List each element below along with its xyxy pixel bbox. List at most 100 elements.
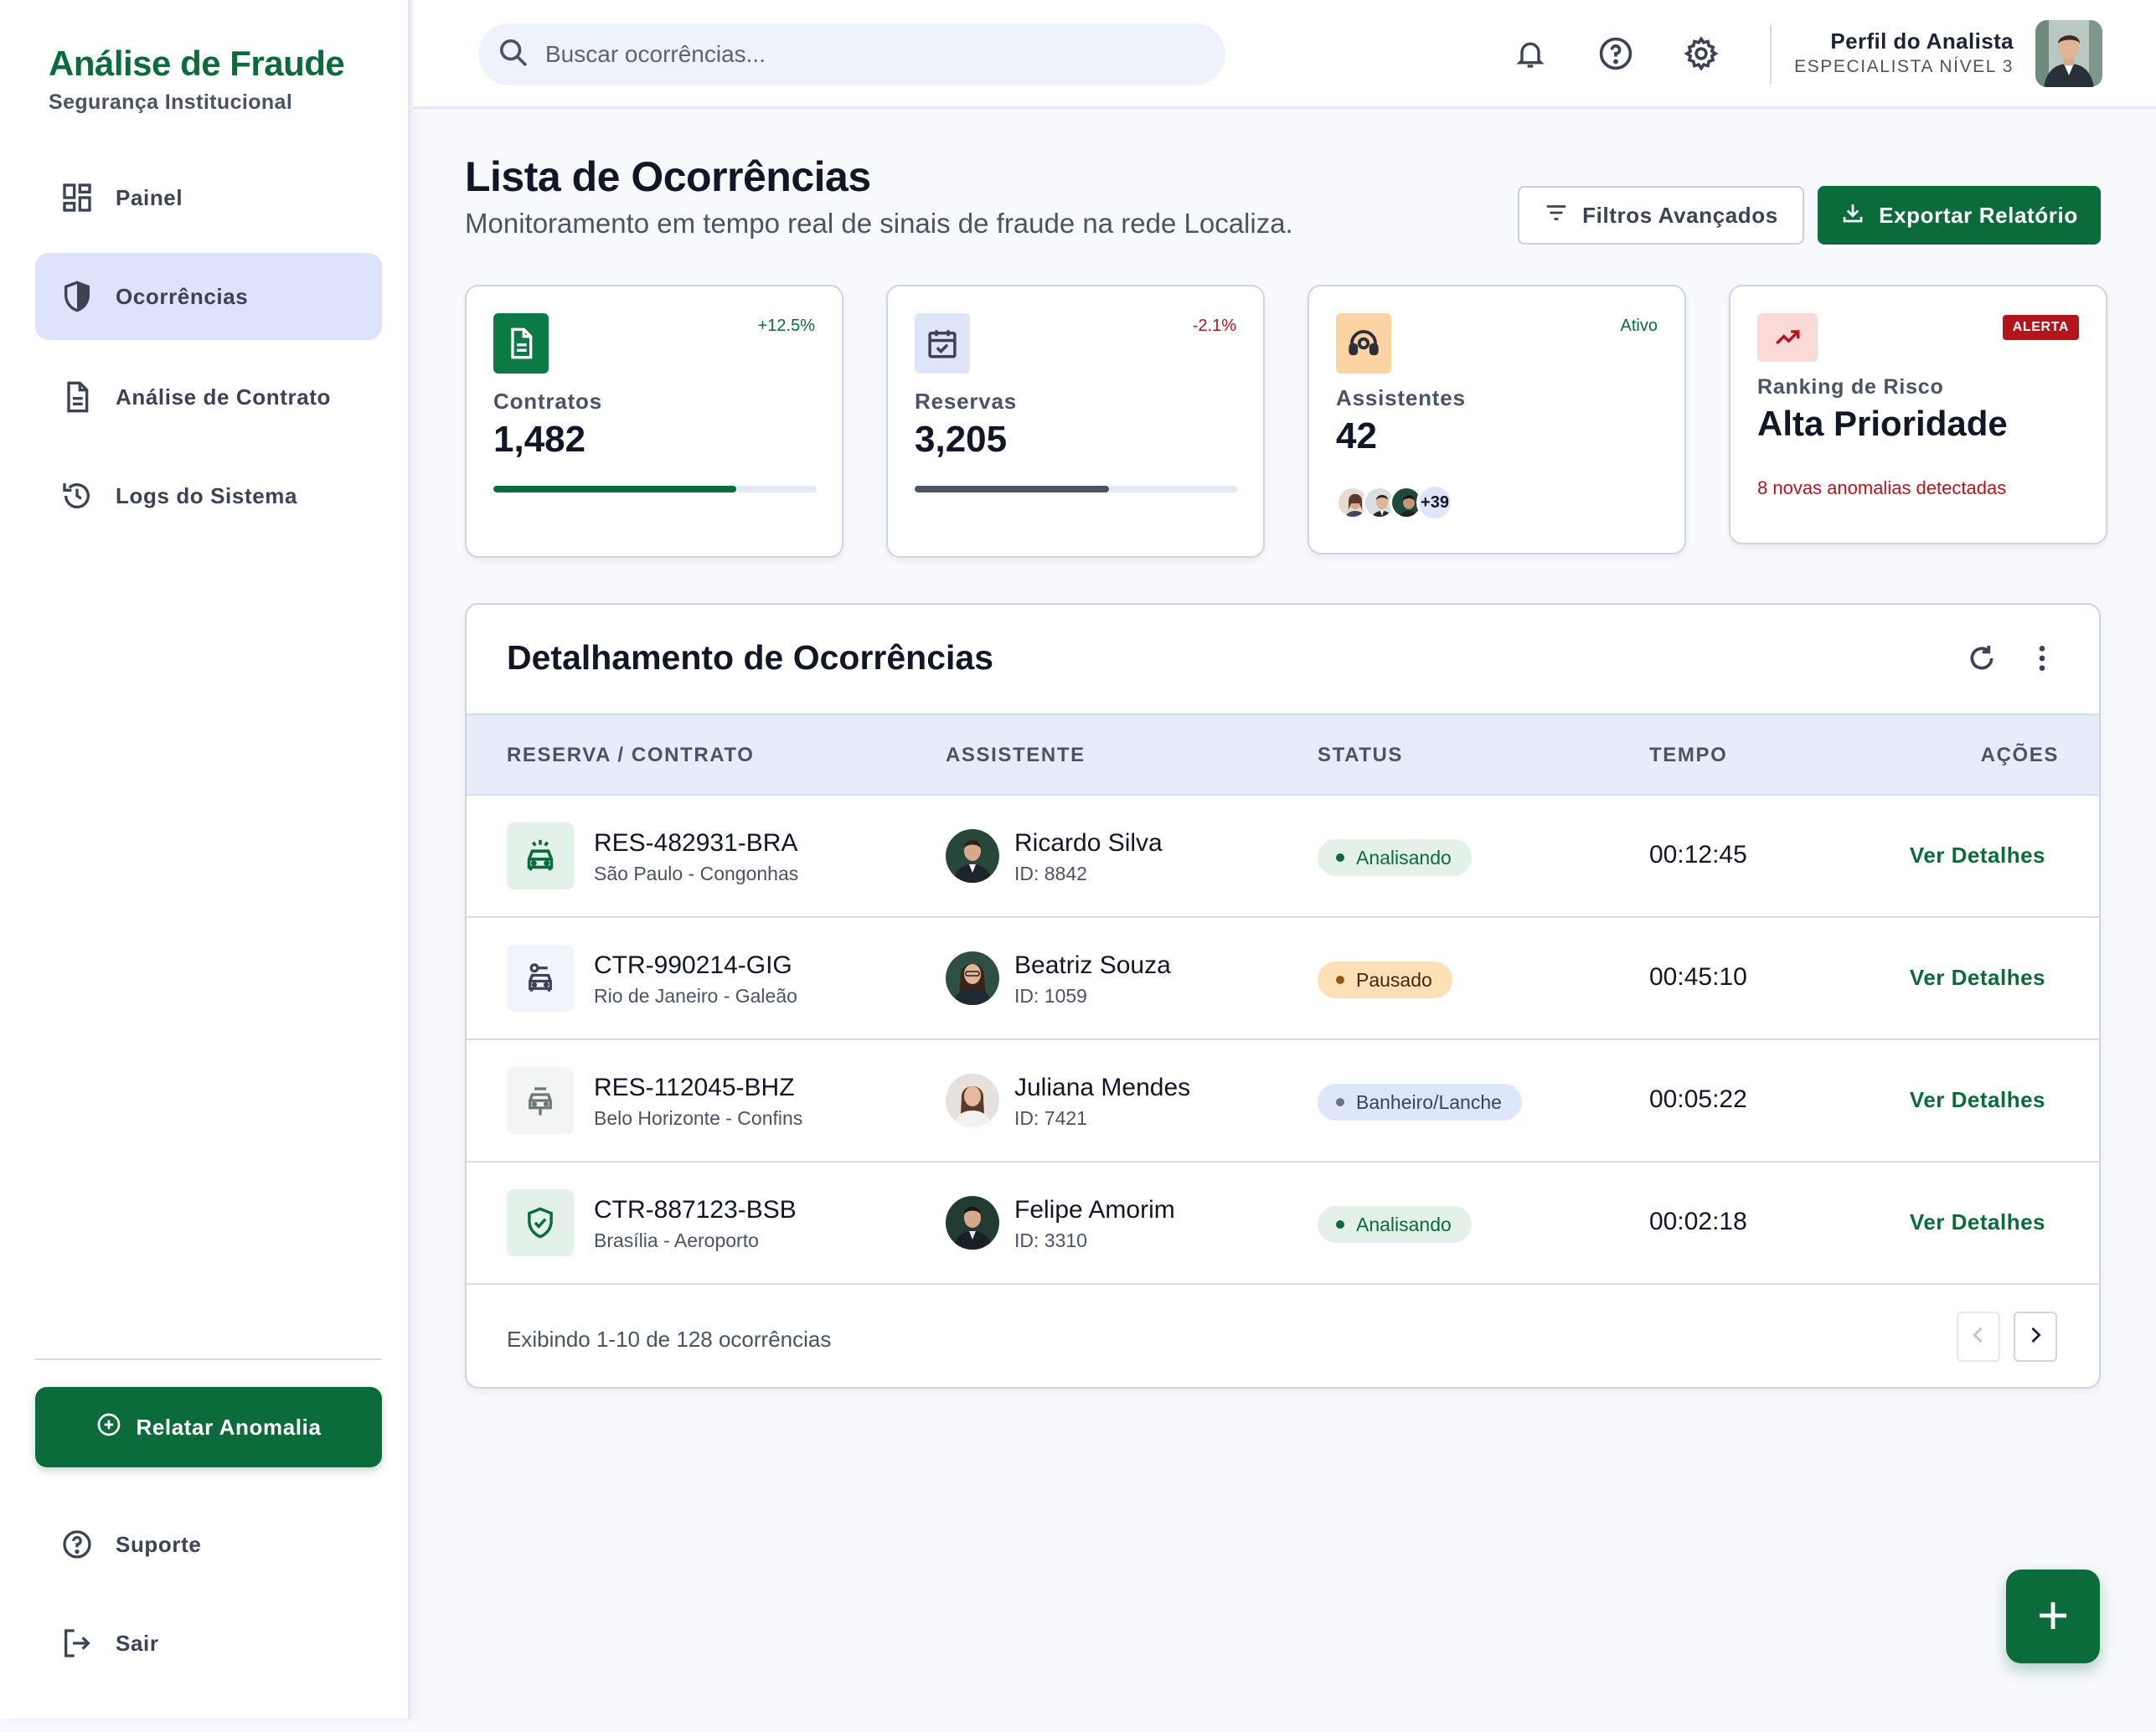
more-vertical-icon[interactable] <box>2022 638 2062 678</box>
view-details-link[interactable]: Ver Detalhes <box>1910 1087 2045 1113</box>
status-badge: Analisando <box>1318 1206 1472 1243</box>
avatar <box>946 951 999 1005</box>
page-subtitle: Monitoramento em tempo real de sinais de… <box>465 208 1293 239</box>
assistant-id: ID: 7421 <box>1014 1107 1087 1129</box>
booking-code: CTR-887123-BSB <box>594 1196 797 1224</box>
table-row[interactable]: RES-482931-BRA São Paulo - Congonhas Ric… <box>467 794 2099 916</box>
pagination-footer: Exibindo 1-10 de 128 ocorrências <box>467 1283 2099 1387</box>
stat-card-reservations: -2.1% Reservas 3,205 <box>886 285 1265 558</box>
stat-label: Contratos <box>493 389 602 414</box>
assistant-name: Beatriz Souza <box>1014 951 1171 979</box>
stat-card-assistants: Ativo Assistentes 42 +39 <box>1308 285 1686 554</box>
sidebar-item-ocorrencias[interactable]: Ocorrências <box>35 253 382 340</box>
booking-location: São Paulo - Congonhas <box>594 863 799 884</box>
booking-code: RES-112045-BHZ <box>594 1074 795 1101</box>
avatar <box>946 1196 999 1250</box>
chevron-left-icon <box>1967 1323 1990 1351</box>
stat-value: 3,205 <box>915 419 1008 460</box>
assistant-id: ID: 1059 <box>1014 985 1087 1007</box>
filter-icon <box>1544 200 1569 231</box>
report-anomaly-button[interactable]: Relatar Anomalia <box>35 1387 382 1467</box>
help-icon[interactable] <box>1592 30 1639 77</box>
view-details-link[interactable]: Ver Detalhes <box>1910 843 2045 869</box>
booking-code: CTR-990214-GIG <box>594 951 792 979</box>
booking-location: Rio de Janeiro - Galeão <box>594 985 797 1007</box>
export-report-button[interactable]: Exportar Relatório <box>1818 186 2101 245</box>
stat-card-risk: ALERTA Ranking de Risco Alta Prioridade … <box>1729 285 2107 544</box>
stat-label: Ranking de Risco <box>1757 375 1944 399</box>
sidebar-item-logs[interactable]: Logs do Sistema <box>35 452 382 539</box>
search-input[interactable] <box>545 41 1182 68</box>
stat-value: 1,482 <box>493 419 586 460</box>
elapsed-time: 00:12:45 <box>1649 841 1747 869</box>
assistant-avatar-group[interactable]: +39 <box>1336 484 1453 521</box>
topbar: Perfil do Analista ESPECIALISTA NÍVEL 3 <box>413 0 2156 109</box>
car-alert-icon <box>507 822 574 889</box>
search-bar[interactable] <box>478 23 1225 85</box>
profile-name: Perfil do Analista <box>1830 28 2014 54</box>
contract-icon <box>493 313 549 374</box>
search-icon <box>497 36 530 74</box>
dashboard-icon <box>59 179 95 216</box>
page-title: Lista de Ocorrências <box>465 153 871 200</box>
topbar-separator <box>1770 25 1772 84</box>
view-details-link[interactable]: Ver Detalhes <box>1910 1209 2045 1235</box>
car-parking-icon <box>507 1067 574 1134</box>
stat-value: 42 <box>1336 415 1377 456</box>
gear-icon[interactable] <box>1678 30 1725 77</box>
sidebar-item-label: Painel <box>116 184 183 210</box>
download-icon <box>1840 200 1865 231</box>
document-icon <box>59 379 95 415</box>
column-header: AÇÕES <box>1980 744 2059 766</box>
table-header: RESERVA / CONTRATO ASSISTENTE STATUS TEM… <box>467 714 2099 794</box>
status-badge: Analisando <box>1318 839 1472 876</box>
notifications-icon[interactable] <box>1507 30 1554 77</box>
headset-icon <box>1336 313 1391 374</box>
avatar <box>946 829 999 883</box>
alert-badge: ALERTA <box>2002 315 2079 340</box>
car-search-icon <box>507 945 574 1012</box>
avatar-overflow-count: +39 <box>1416 484 1453 521</box>
sidebar-item-analise-contrato[interactable]: Análise de Contrato <box>35 353 382 441</box>
sidebar-item-suporte[interactable]: Suporte <box>35 1501 382 1588</box>
elapsed-time: 00:05:22 <box>1649 1085 1747 1113</box>
column-header[interactable]: ASSISTENTE <box>946 744 1086 767</box>
status-badge: Banheiro/Lanche <box>1318 1084 1522 1121</box>
logout-icon <box>59 1625 95 1662</box>
panel-title: Detalhamento de Ocorrências <box>507 638 994 677</box>
sidebar-item-sair[interactable]: Sair <box>35 1600 382 1687</box>
chevron-right-icon <box>2024 1323 2047 1351</box>
table-row[interactable]: RES-112045-BHZ Belo Horizonte - Confins … <box>467 1039 2099 1161</box>
occurrences-panel: Detalhamento de Ocorrências RESERVA / CO… <box>465 603 2101 1389</box>
add-occurrence-fab[interactable] <box>2006 1570 2100 1663</box>
view-details-link[interactable]: Ver Detalhes <box>1910 965 2045 991</box>
prev-page-button[interactable] <box>1957 1312 2000 1362</box>
assistant-id: ID: 8842 <box>1014 863 1087 884</box>
advanced-filters-button[interactable]: Filtros Avançados <box>1518 186 1804 245</box>
column-header[interactable]: TEMPO <box>1649 744 1727 767</box>
sidebar: Análise de Fraude Segurança Instituciona… <box>0 0 410 1719</box>
stat-delta: +12.5% <box>757 317 815 335</box>
assistant-name: Felipe Amorim <box>1014 1196 1175 1224</box>
profile-avatar[interactable] <box>2035 20 2102 87</box>
refresh-icon[interactable] <box>1962 638 2002 678</box>
trending-up-icon <box>1757 313 1818 362</box>
brand-title: Análise de Fraude <box>49 44 345 83</box>
plus-circle-icon <box>95 1411 122 1444</box>
brand-subtitle: Segurança Institucional <box>49 90 293 114</box>
status-badge: Pausado <box>1318 961 1452 998</box>
column-header[interactable]: STATUS <box>1318 744 1403 767</box>
help-circle-icon <box>59 1526 95 1563</box>
next-page-button[interactable] <box>2014 1312 2057 1362</box>
history-icon <box>59 477 95 514</box>
assistant-name: Ricardo Silva <box>1014 829 1163 857</box>
sidebar-item-label: Ocorrências <box>116 283 249 309</box>
plus-icon <box>2033 1595 2073 1638</box>
sidebar-item-painel[interactable]: Painel <box>35 154 382 241</box>
table-row[interactable]: CTR-990214-GIG Rio de Janeiro - Galeão B… <box>467 916 2099 1039</box>
stat-progress-bar <box>493 486 817 492</box>
pagination-summary: Exibindo 1-10 de 128 ocorrências <box>507 1327 832 1352</box>
table-row[interactable]: CTR-887123-BSB Brasília - Aeroporto Feli… <box>467 1161 2099 1283</box>
column-header[interactable]: RESERVA / CONTRATO <box>507 744 755 767</box>
sidebar-divider <box>35 1358 382 1360</box>
